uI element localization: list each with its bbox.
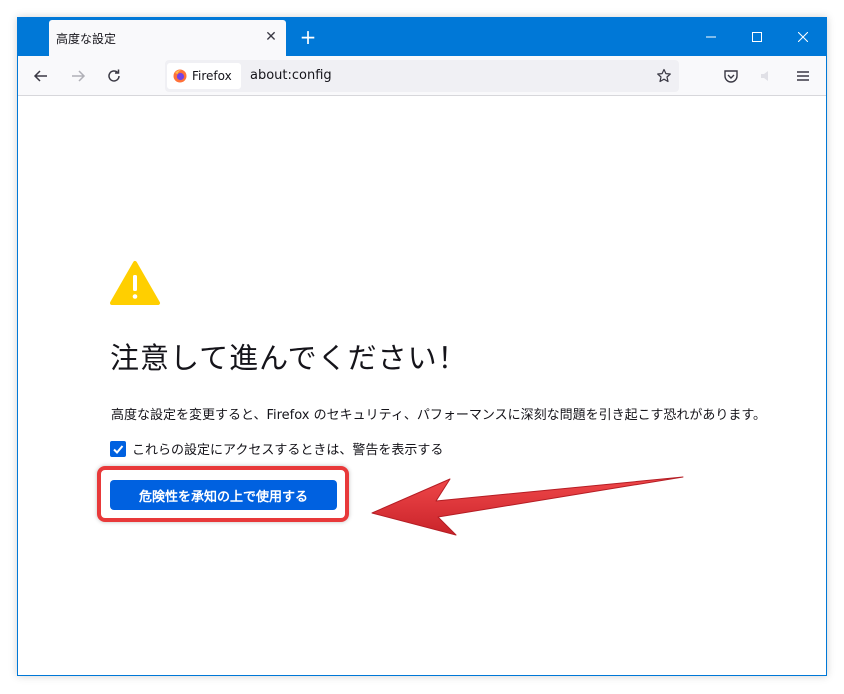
red-arrow-icon xyxy=(371,476,684,536)
tab-title: 高度な設定 xyxy=(56,32,117,46)
arrow-right-icon xyxy=(72,70,86,82)
menu-button[interactable] xyxy=(789,62,817,90)
firefox-logo-icon xyxy=(173,69,187,83)
tab-advanced-settings[interactable]: 高度な設定 ✕ xyxy=(49,20,286,56)
navigation-toolbar: Firefox about:config xyxy=(18,56,826,96)
identity-box[interactable]: Firefox xyxy=(167,63,241,89)
pocket-icon xyxy=(724,70,738,83)
identity-label: Firefox xyxy=(192,69,232,83)
arrow-left-icon xyxy=(33,70,47,82)
reload-button[interactable] xyxy=(100,62,128,90)
star-icon xyxy=(657,68,671,83)
url-text[interactable]: about:config xyxy=(250,68,332,83)
maximize-icon xyxy=(752,32,762,42)
checkbox-label[interactable]: これらの設定にアクセスするときは、警告を表示する xyxy=(132,439,443,458)
warning-triangle-icon xyxy=(110,261,160,305)
maximize-button[interactable] xyxy=(734,18,780,56)
browser-window: 高度な設定 ✕ + Firefox about:config 注意して進んでくだ… xyxy=(17,17,827,676)
reload-icon xyxy=(108,69,120,82)
title-bar: 高度な設定 ✕ + xyxy=(18,18,826,56)
accept-risk-button[interactable]: 危険性を承知の上で使用する xyxy=(110,480,337,510)
minimize-icon xyxy=(706,36,716,38)
close-window-button[interactable] xyxy=(780,18,826,56)
warning-checkbox-row[interactable]: これらの設定にアクセスするときは、警告を表示する xyxy=(110,439,443,458)
hamburger-icon xyxy=(797,71,809,81)
extension-button[interactable] xyxy=(753,62,781,90)
page-content: 注意して進んでください！ 高度な設定を変更すると、Firefox のセキュリティ… xyxy=(18,97,826,675)
warning-message: 高度な設定を変更すると、Firefox のセキュリティ、パフォーマンスに深刻な問… xyxy=(111,408,767,423)
close-icon[interactable]: ✕ xyxy=(262,28,280,46)
speaker-icon xyxy=(761,71,768,81)
forward-button[interactable] xyxy=(64,62,92,90)
minimize-button[interactable] xyxy=(688,18,734,56)
bookmark-button[interactable] xyxy=(653,65,675,87)
back-button[interactable] xyxy=(27,62,55,90)
url-bar[interactable]: Firefox about:config xyxy=(165,60,679,92)
show-warning-checkbox[interactable] xyxy=(110,440,126,457)
plus-icon[interactable]: + xyxy=(298,27,318,47)
checkmark-icon xyxy=(113,444,124,454)
pocket-button[interactable] xyxy=(717,62,745,90)
page-title: 注意して進んでください！ xyxy=(110,341,468,375)
close-window-icon xyxy=(798,32,808,42)
